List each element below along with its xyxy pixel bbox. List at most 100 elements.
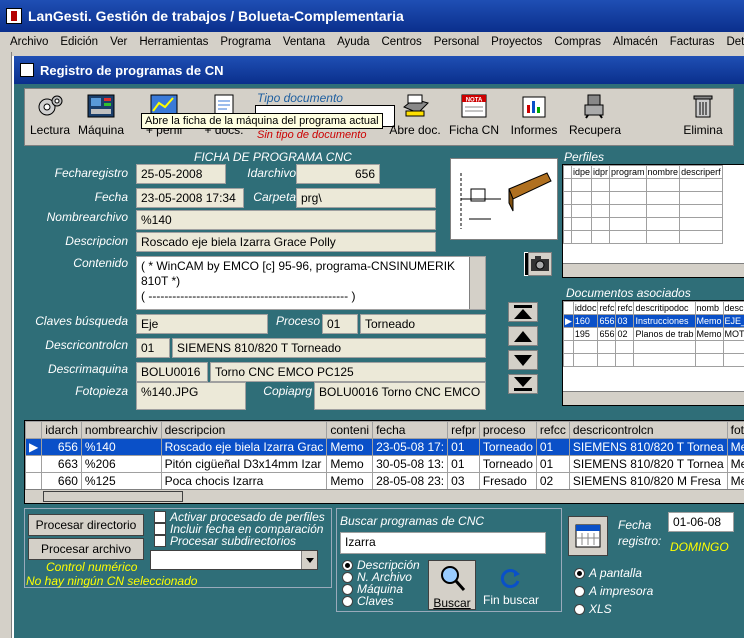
radio-claves[interactable]: Claves <box>342 594 394 608</box>
perfiles-col-idpr[interactable]: idpr <box>591 165 611 179</box>
table-row[interactable]: 660 %125 Poca chocis Izarra Memo 28-05-0… <box>25 472 744 490</box>
procesar-directorio-button[interactable]: Procesar directorio <box>28 514 144 536</box>
documentos-col-nomb[interactable]: nomb <box>694 301 724 315</box>
descrimaquina-code-field[interactable]: BOLU0016 <box>136 362 208 382</box>
programas-col-refpr[interactable]: refpr <box>447 421 480 439</box>
nombrearchivo-field[interactable]: %140 <box>136 210 436 230</box>
maquina-button[interactable]: Máquina <box>75 93 127 143</box>
radio-label: A pantalla <box>589 566 642 580</box>
recupera-button[interactable]: Recupera <box>565 93 625 143</box>
fecha-registro-field[interactable]: 01-06-08 <box>668 512 734 532</box>
procesar-subdirectorios-checkbox[interactable]: Procesar subdirectorios <box>154 534 296 548</box>
table-row[interactable]: ▶ 160 656 03 Instrucciones Memo EJE_ <box>563 314 744 328</box>
buscar-input[interactable]: Izarra <box>340 532 546 554</box>
perfiles-col-program[interactable]: program <box>609 165 647 179</box>
documentos-col-iddoc[interactable]: iddoc <box>572 301 599 315</box>
menu-compras[interactable]: Compras <box>554 36 601 48</box>
programas-col-descripcion[interactable]: descripcion <box>160 421 328 439</box>
descricontrolcn-code-field[interactable]: 01 <box>136 338 170 358</box>
cell: 01 <box>535 455 570 473</box>
perfiles-grid[interactable]: idpe idpr program nombre descriperf <box>562 164 744 278</box>
programas-col-idarch[interactable]: idarch <box>41 421 82 439</box>
menu-detalle-pptos[interactable]: Detalle Pptos <box>726 36 744 48</box>
checkbox-box[interactable] <box>154 535 166 547</box>
contenido-memo[interactable]: ( * WinCAM by EMCO [c] 95-96, programa-C… <box>136 256 486 310</box>
menu-personal[interactable]: Personal <box>434 36 479 48</box>
prev-record-button[interactable] <box>508 326 538 346</box>
radio-dot[interactable] <box>342 559 353 571</box>
contenido-scrollbar[interactable] <box>469 257 485 309</box>
programas-col-refcc[interactable]: refcc <box>535 421 570 439</box>
programas-col-fecha[interactable]: fecha <box>372 421 449 439</box>
lectura-button[interactable]: Lectura <box>29 93 71 143</box>
programas-col-fotopi[interactable]: fotopi <box>726 421 744 439</box>
elimina-button[interactable]: Elimina <box>675 93 731 143</box>
radio-dot[interactable] <box>342 595 353 607</box>
radio-dot[interactable] <box>342 583 353 595</box>
descripcion-field[interactable]: Roscado eje biela Izarra Grace Polly <box>136 232 436 252</box>
programas-grid[interactable]: idarch nombrearchiv descripcion conteni … <box>24 420 744 504</box>
documentos-col-refc1[interactable]: refc <box>597 301 617 315</box>
calendar-button[interactable] <box>568 516 608 556</box>
perfiles-col-nombre[interactable]: nombre <box>645 165 681 179</box>
ficha-cn-button[interactable]: NOTA Ficha CN <box>447 93 501 143</box>
menu-archivo[interactable]: Archivo <box>10 36 48 48</box>
control-numerico-select[interactable] <box>150 550 318 570</box>
documentos-grid[interactable]: iddoc refc refc descritipodoc nomb descr… <box>562 300 744 406</box>
menu-centros[interactable]: Centros <box>382 36 422 48</box>
radio-a-impresora[interactable]: A impresora <box>574 584 653 598</box>
procesar-archivo-button[interactable]: Procesar archivo <box>28 538 144 560</box>
descrimaquina-field[interactable]: Torno CNC EMCO PC125 <box>210 362 486 382</box>
carpeta-field[interactable]: prg\ <box>296 188 436 208</box>
menu-facturas[interactable]: Facturas <box>670 36 715 48</box>
claves-busqueda-field[interactable]: Eje <box>136 314 268 334</box>
abre-doc-button[interactable]: Abre doc. <box>387 93 443 143</box>
fotopieza-field[interactable]: %140.JPG <box>136 382 246 410</box>
fecha-field[interactable]: 23-05-2008 17:34 <box>136 188 244 208</box>
copiaprg-field[interactable]: BOLU0016 Torno CNC EMCO <box>314 382 486 410</box>
chevron-down-icon[interactable] <box>301 551 317 569</box>
programas-hscroll-thumb[interactable] <box>43 491 183 502</box>
proceso-code-field[interactable]: 01 <box>322 314 358 334</box>
documentos-col-refc2[interactable]: refc <box>615 301 635 315</box>
proceso-field[interactable]: Torneado <box>360 314 486 334</box>
descricontrolcn-field[interactable]: SIEMENS 810/820 T Torneado <box>172 338 486 358</box>
camera-icon[interactable] <box>528 252 552 276</box>
table-row[interactable]: 663 %206 Pitón cigüeñal D3x14mm Izar Mem… <box>25 455 744 473</box>
radio-dot[interactable] <box>342 571 353 583</box>
documentos-col-descr[interactable]: descr <box>722 301 744 315</box>
documentos-col-descritipodoc[interactable]: descritipodoc <box>633 301 696 315</box>
menu-almacen[interactable]: Almacén <box>613 36 658 48</box>
next-record-button[interactable] <box>508 350 538 370</box>
radio-a-pantalla[interactable]: A pantalla <box>574 566 642 580</box>
fecharegistro-field[interactable]: 25-05-2008 <box>136 164 226 184</box>
documentos-hscroll[interactable] <box>563 391 744 405</box>
programas-col-proceso[interactable]: proceso <box>478 421 537 439</box>
first-record-button[interactable] <box>508 302 538 322</box>
menu-programa[interactable]: Programa <box>220 36 271 48</box>
perfiles-hscroll[interactable] <box>563 263 744 277</box>
table-row[interactable]: ▶ 656 %140 Roscado eje biela Izarra Grac… <box>25 438 744 456</box>
programas-col-descricontrolcn[interactable]: descricontrolcn <box>568 421 728 439</box>
radio-dot[interactable] <box>574 585 585 597</box>
radio-dot[interactable] <box>574 603 585 615</box>
last-record-button[interactable] <box>508 374 538 394</box>
programas-hscroll[interactable] <box>25 489 744 503</box>
informes-button[interactable]: Informes <box>507 93 561 143</box>
buscar-button[interactable]: Buscar <box>428 560 476 610</box>
radio-dot[interactable] <box>574 567 585 579</box>
menu-ayuda[interactable]: Ayuda <box>337 36 369 48</box>
programas-col-contenido[interactable]: conteni <box>326 421 374 439</box>
menu-ventana[interactable]: Ventana <box>283 36 325 48</box>
menu-edicion[interactable]: Edición <box>60 36 98 48</box>
menu-proyectos[interactable]: Proyectos <box>491 36 542 48</box>
perfiles-col-descriperf[interactable]: descriperf <box>679 165 723 179</box>
radio-xls[interactable]: XLS <box>574 602 612 616</box>
fin-buscar-button[interactable]: Fin buscar <box>480 560 542 610</box>
table-row[interactable]: 195 656 02 Planos de trab Memo MOTO <box>563 327 744 341</box>
perfiles-col-idpe[interactable]: idpe <box>570 165 593 179</box>
idarchivo-field[interactable]: 656 <box>296 164 380 184</box>
programas-col-nombrearchivo[interactable]: nombrearchiv <box>80 421 162 439</box>
menu-herramientas[interactable]: Herramientas <box>139 36 208 48</box>
menu-ver[interactable]: Ver <box>110 36 127 48</box>
